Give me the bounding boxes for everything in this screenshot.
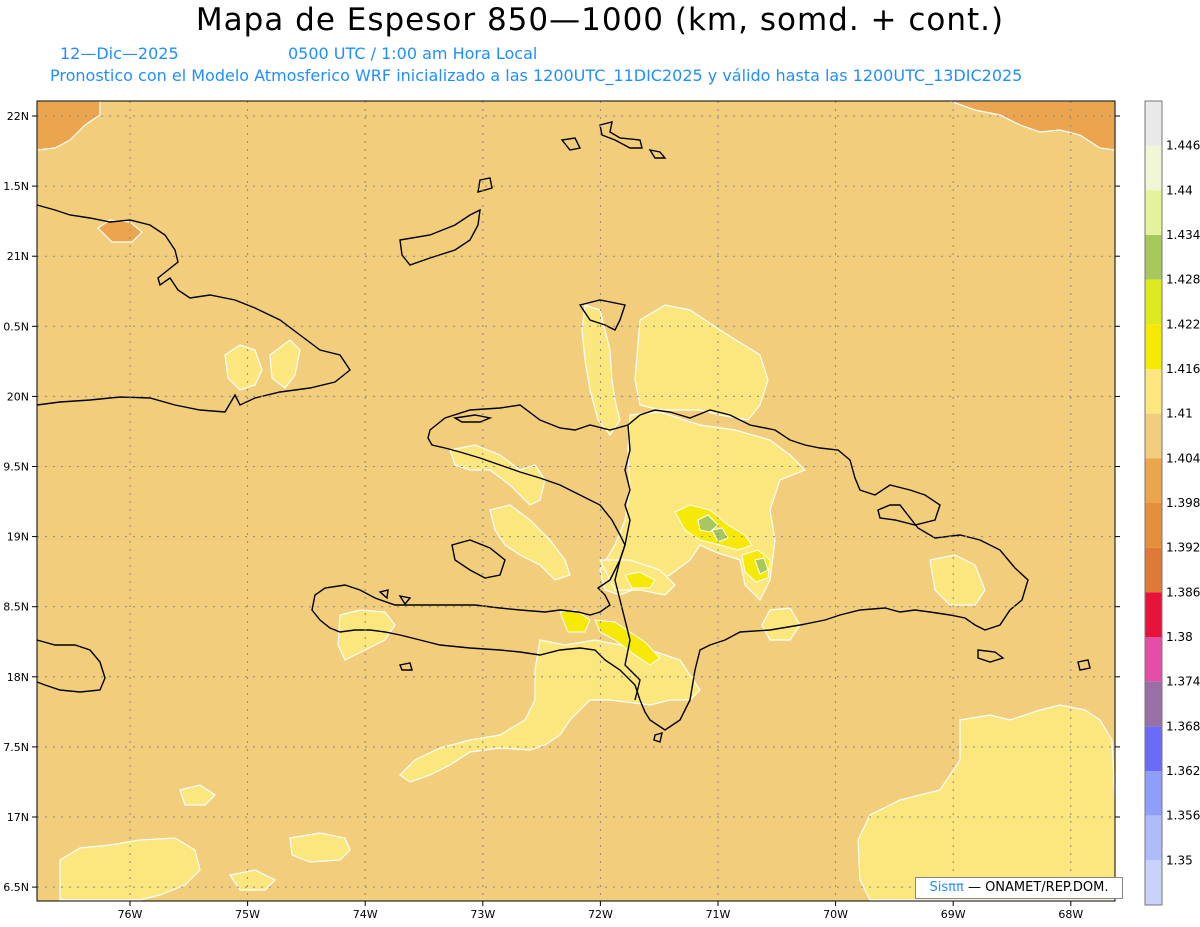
lon-label: 72W (588, 908, 613, 921)
colorbar-label: 1.386 (1166, 585, 1200, 599)
lat-label: 20N (7, 390, 29, 403)
lon-label: 74W (353, 908, 378, 921)
colorbar-swatch (1145, 458, 1162, 503)
lon-label: 75W (235, 908, 260, 921)
colorbar-swatch (1145, 279, 1162, 325)
colorbar-swatch (1145, 771, 1162, 816)
colorbar-label: 1.368 (1166, 719, 1200, 733)
lat-label: 21N (7, 250, 29, 263)
colorbar-swatch (1145, 815, 1162, 861)
colorbar-label: 1.434 (1166, 228, 1200, 242)
lon-label: 69W (941, 908, 966, 921)
colorbar-swatch (1145, 592, 1162, 637)
south-sea-island (289, 832, 351, 863)
lat-label: 8.5N (3, 601, 29, 614)
colorbar-label: 1.362 (1166, 764, 1200, 778)
colorbar-label: 1.404 (1166, 451, 1200, 465)
lat-label: 1.5N (3, 180, 29, 193)
colorbar-label: 1.422 (1166, 317, 1200, 331)
lon-label: 71W (706, 908, 731, 921)
colorbar-label: 1.374 (1166, 675, 1200, 689)
lat-label: 18N (7, 671, 29, 684)
longitude-labels: 76W 75W 74W 73W 72W 71W 70W 69W 68W (118, 908, 1084, 921)
colorbar-swatch (1145, 860, 1162, 905)
credit-org: — ONAMET/REP.DOM. (963, 880, 1109, 895)
lon-label: 68W (1058, 908, 1083, 921)
colorbar-label: 1.44 (1166, 183, 1193, 197)
colorbar-swatch (1145, 681, 1162, 727)
colorbar-swatch (1145, 547, 1162, 593)
colorbar-label: 1.392 (1166, 541, 1200, 555)
credit-box: Sisππ — ONAMET/REP.DOM. (915, 877, 1123, 899)
colorbar-swatch (1145, 190, 1162, 235)
lat-label: 9.5N (3, 461, 29, 474)
latitude-labels: 22N 1.5N 21N 0.5N 20N 9.5N 19N 8.5N 18N 7.5N 17N 6.… (3, 110, 29, 894)
thickness-map: 22N 1.5N 21N 0.5N 20N 9.5N 19N 8.5N 18N 7.5N 17N 6.… (3, 100, 1200, 921)
colorbar-label: 1.41 (1166, 407, 1193, 421)
colorbar-label: 1.428 (1166, 273, 1200, 287)
colorbar: 1.446 1.44 1.434 1.428 1.422 1.416 1.41 1.404 1.… (1144, 100, 1200, 906)
lon-label: 70W (823, 908, 848, 921)
colorbar-swatch (1145, 145, 1162, 191)
lon-label: 76W (118, 908, 143, 921)
colorbar-swatch (1145, 726, 1162, 771)
lat-label: 7.5N (3, 741, 29, 754)
colorbar-label: 1.398 (1166, 496, 1200, 510)
colorbar-swatch (1145, 637, 1162, 682)
colorbar-label: 1.35 (1166, 853, 1193, 867)
colorbar-label: 1.38 (1166, 630, 1193, 644)
map-panel: 22N 1.5N 21N 0.5N 20N 9.5N 19N 8.5N 18N 7.5N 17N 6.… (3, 100, 1120, 921)
colorbar-swatch (1145, 101, 1162, 146)
colorbar-label: 1.416 (1166, 362, 1200, 376)
colorbar-swatch (1145, 235, 1162, 280)
colorbar-label: 1.356 (1166, 809, 1200, 823)
lat-label: 6.5N (3, 881, 29, 894)
colorbar-swatch (1145, 503, 1162, 548)
lon-label: 73W (470, 908, 495, 921)
lat-label: 0.5N (3, 320, 29, 333)
lat-label: 22N (7, 110, 29, 123)
lat-label: 19N (7, 531, 29, 544)
lat-label: 17N (7, 811, 29, 824)
colorbar-swatch (1145, 324, 1162, 369)
colorbar-label: 1.446 (1166, 139, 1200, 153)
credit-brand: Sisππ (929, 880, 964, 895)
colorbar-swatch (1145, 413, 1162, 459)
colorbar-swatch (1145, 369, 1162, 414)
